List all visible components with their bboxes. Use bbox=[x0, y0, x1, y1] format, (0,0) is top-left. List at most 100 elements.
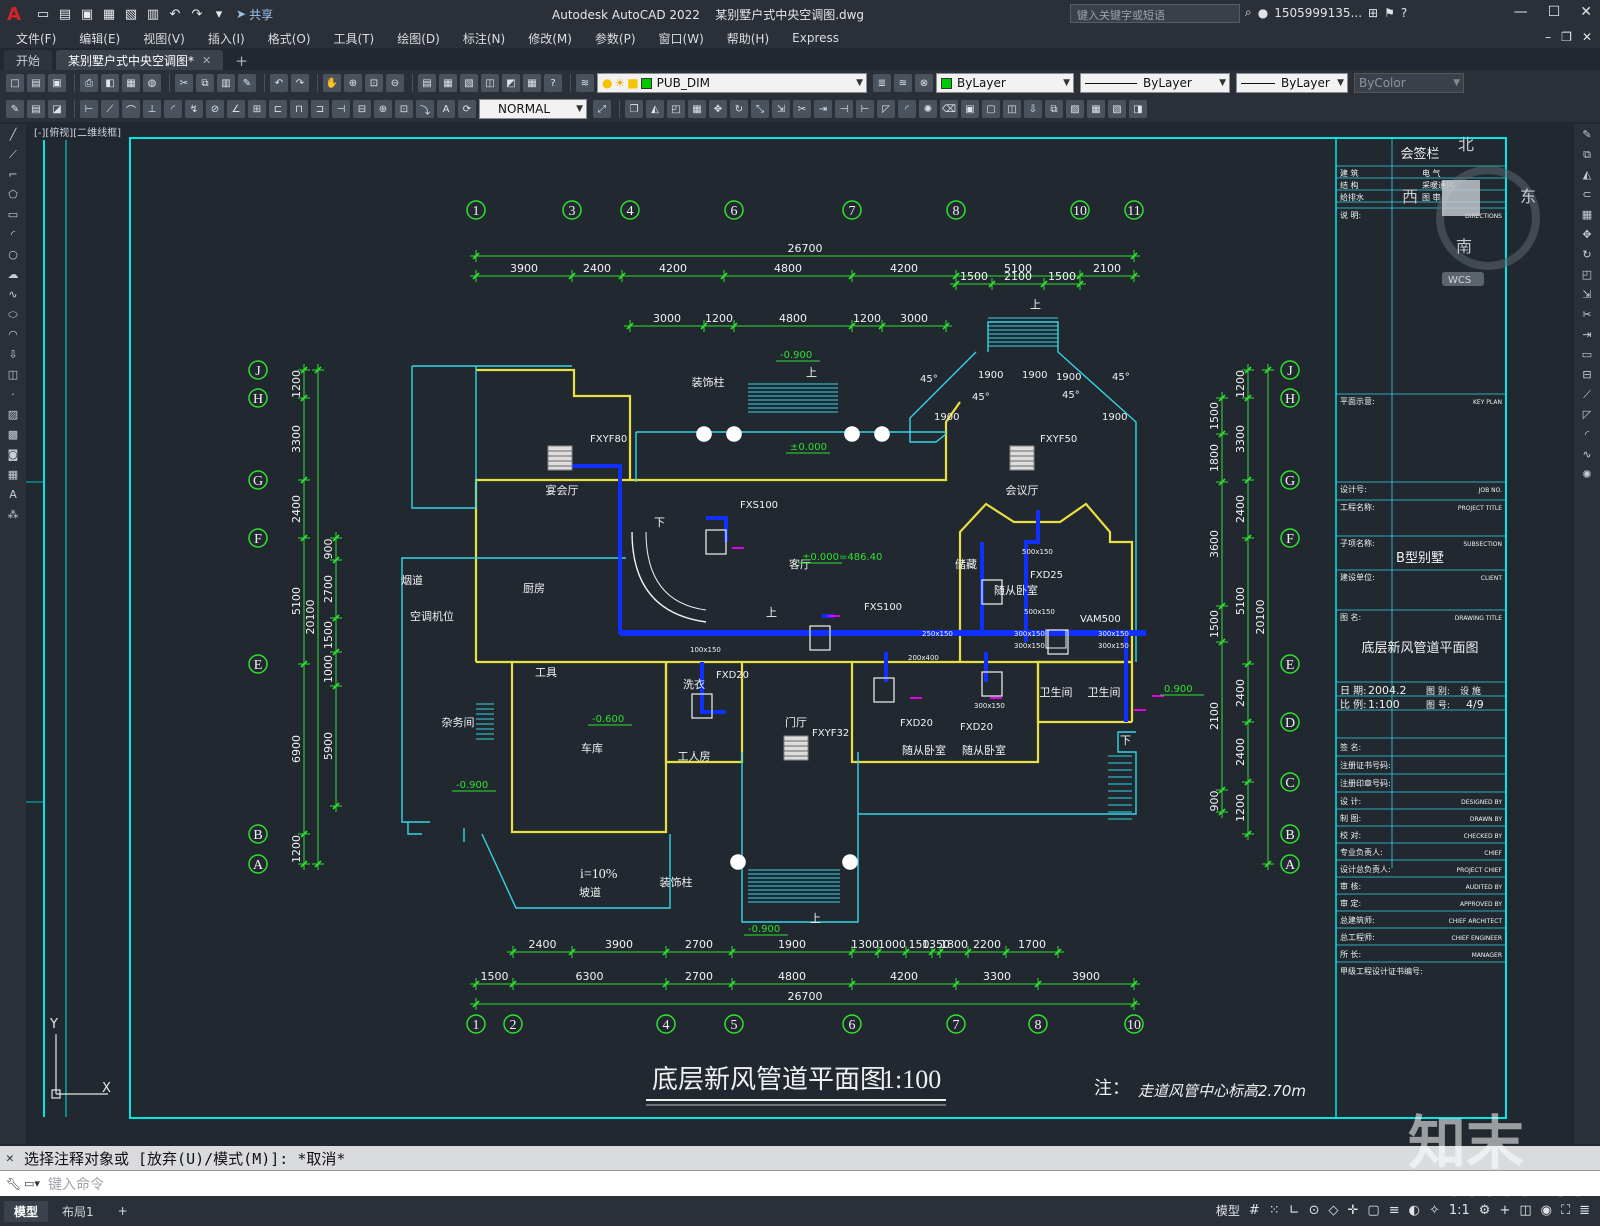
stretch-icon[interactable]: ⇲ bbox=[1579, 288, 1595, 304]
inspection-icon[interactable]: ⊡ bbox=[395, 100, 413, 118]
tab-start[interactable]: 开始 bbox=[4, 50, 53, 70]
fillet-icon[interactable]: ◜ bbox=[1579, 428, 1595, 444]
zoom-previous-icon[interactable]: ⊖ bbox=[386, 74, 404, 92]
trim-icon[interactable]: ✂ bbox=[1579, 308, 1595, 324]
move-icon[interactable]: ✥ bbox=[1579, 228, 1595, 244]
hardware-accel-icon[interactable]: ◫ bbox=[1519, 1203, 1531, 1218]
break-icon[interactable]: ⊣ bbox=[835, 100, 853, 118]
menu-draw[interactable]: 绘图(D) bbox=[397, 30, 440, 47]
diameter-dim-icon[interactable]: ⊘ bbox=[206, 100, 224, 118]
extend-icon[interactable]: ⇥ bbox=[814, 100, 832, 118]
close-command-icon[interactable]: ✕ bbox=[6, 1151, 24, 1166]
copy-icon[interactable]: ⧉ bbox=[1579, 148, 1595, 164]
annotation-visibility-icon[interactable]: ✧ bbox=[1429, 1203, 1440, 1218]
zoom-realtime-icon[interactable]: ⊕ bbox=[344, 74, 362, 92]
menu-help[interactable]: 帮助(H) bbox=[727, 30, 769, 47]
rectangle-icon[interactable]: ▭ bbox=[5, 208, 21, 224]
region-icon[interactable]: ◙ bbox=[5, 448, 21, 464]
tab-layout1[interactable]: 布局1 bbox=[52, 1201, 104, 1222]
fullscreen-icon[interactable]: ⛶ bbox=[1561, 1203, 1570, 1218]
layer-state-icon[interactable]: ⊗ bbox=[915, 74, 933, 92]
isolate-icon[interactable]: ◉ bbox=[1541, 1203, 1552, 1218]
linetype-dropdown[interactable]: ByLayer ▼ bbox=[1080, 73, 1230, 93]
radius-dim-icon[interactable]: ◜ bbox=[164, 100, 182, 118]
search-icon[interactable]: ⌕ bbox=[1245, 5, 1252, 20]
workspace-gear-icon[interactable]: ⚙ bbox=[1479, 1203, 1491, 1218]
menu-insert[interactable]: 插入(I) bbox=[208, 30, 245, 47]
qnew-icon[interactable]: □ bbox=[6, 74, 24, 92]
dim-update-icon[interactable]: ⟳ bbox=[458, 100, 476, 118]
color-dropdown[interactable]: ByLayer ▼ bbox=[936, 73, 1074, 93]
point-icon[interactable]: · bbox=[5, 388, 21, 404]
undo-icon[interactable]: ↶ bbox=[166, 5, 184, 23]
doc-close-button[interactable]: ✕ bbox=[1582, 30, 1592, 44]
customize-dropdown-icon[interactable]: ▾ bbox=[210, 5, 228, 23]
trim-icon[interactable]: ✂ bbox=[793, 100, 811, 118]
ellipse-arc-icon[interactable]: ◠ bbox=[5, 328, 21, 344]
user-icon[interactable]: ● bbox=[1258, 6, 1268, 20]
maximize-button[interactable]: ☐ bbox=[1548, 4, 1561, 20]
transparency-icon[interactable]: ◐ bbox=[1409, 1203, 1420, 1218]
menu-tools[interactable]: 工具(T) bbox=[334, 30, 375, 47]
menu-window[interactable]: 窗口(W) bbox=[659, 30, 704, 47]
make-current-layer-icon[interactable]: ≣ bbox=[873, 74, 891, 92]
undo-icon[interactable]: ↶ bbox=[270, 74, 288, 92]
menu-edit[interactable]: 编辑(E) bbox=[79, 30, 120, 47]
menu-dimension[interactable]: 标注(N) bbox=[463, 30, 505, 47]
chamfer-icon[interactable]: ◸ bbox=[877, 100, 895, 118]
circle-icon[interactable]: ○ bbox=[5, 248, 21, 264]
redo-icon[interactable]: ↷ bbox=[188, 5, 206, 23]
dim-style-icon[interactable]: ⤢ bbox=[593, 100, 611, 118]
command-prompt-icon[interactable]: ▭▾ bbox=[24, 1177, 48, 1190]
gradient-icon[interactable]: ▩ bbox=[5, 428, 21, 444]
autocad-logo-icon[interactable]: A bbox=[0, 0, 28, 28]
mirror-icon[interactable]: ◭ bbox=[646, 100, 664, 118]
close-button[interactable]: ✕ bbox=[1580, 4, 1592, 20]
3d-print-icon[interactable]: ◍ bbox=[143, 74, 161, 92]
line-icon[interactable]: ╱ bbox=[5, 128, 21, 144]
new-tab-button[interactable]: + bbox=[227, 52, 256, 70]
dim-edit-icon[interactable]: A bbox=[437, 100, 455, 118]
linear-dim-icon[interactable]: ⊢ bbox=[80, 100, 98, 118]
customize-icon[interactable]: ≣ bbox=[1579, 1203, 1590, 1218]
plot-icon[interactable]: ▥ bbox=[144, 5, 162, 23]
match-properties-icon[interactable]: ✎ bbox=[238, 74, 256, 92]
polyline-icon[interactable]: ⌐ bbox=[5, 168, 21, 184]
array-icon[interactable]: ▦ bbox=[1579, 208, 1595, 224]
hatch-icon[interactable]: ▨ bbox=[5, 408, 21, 424]
osnap-tracking-icon[interactable]: ✛ bbox=[1348, 1203, 1359, 1218]
polygon-icon[interactable]: ⬠ bbox=[5, 188, 21, 204]
arc-icon[interactable]: ◜ bbox=[5, 228, 21, 244]
tool-icon[interactable]: ◪ bbox=[48, 100, 66, 118]
search-input[interactable]: 键入关键字或短语 bbox=[1070, 4, 1240, 23]
open-folder-icon[interactable]: ▤ bbox=[56, 5, 74, 23]
join-icon[interactable]: ⊢ bbox=[856, 100, 874, 118]
layer-dropdown[interactable]: ● ☀ ■ PUB_DIM ▼ bbox=[597, 73, 867, 93]
command-line[interactable]: 🔧︎ ▭▾ bbox=[0, 1170, 1600, 1196]
insert-block-icon[interactable]: ⇩ bbox=[5, 348, 21, 364]
tolerance-icon[interactable]: ⊟ bbox=[353, 100, 371, 118]
copy-icon[interactable]: ❐ bbox=[625, 100, 643, 118]
layer-manager-icon[interactable]: ≋ bbox=[576, 74, 594, 92]
blend-icon[interactable]: ∿ bbox=[1579, 448, 1595, 464]
help-icon[interactable]: ? bbox=[544, 74, 562, 92]
break-icon[interactable]: ⊟ bbox=[1579, 368, 1595, 384]
menu-format[interactable]: 格式(O) bbox=[268, 30, 311, 47]
explode-icon[interactable]: ✺ bbox=[1579, 468, 1595, 484]
table-icon[interactable]: ▦ bbox=[5, 468, 21, 484]
tool-palettes-icon[interactable]: ▧ bbox=[460, 74, 478, 92]
calculator-icon[interactable]: ▦ bbox=[523, 74, 541, 92]
minimize-button[interactable]: — bbox=[1514, 4, 1528, 20]
save-as-icon[interactable]: ▦ bbox=[100, 5, 118, 23]
add-layout-button[interactable]: + bbox=[108, 1202, 138, 1220]
plot-icon[interactable]: ⎙ bbox=[80, 74, 98, 92]
doc-restore-button[interactable]: ❐ bbox=[1561, 30, 1572, 44]
make-block-icon[interactable]: ◫ bbox=[5, 368, 21, 384]
menu-express[interactable]: Express bbox=[792, 31, 839, 45]
offset-icon[interactable]: ⊂ bbox=[1579, 188, 1595, 204]
publish-icon[interactable]: ▦ bbox=[122, 74, 140, 92]
isodraft-icon[interactable]: ◇ bbox=[1329, 1203, 1339, 1218]
close-tab-icon[interactable]: ✕ bbox=[202, 54, 211, 67]
block-icon[interactable]: ◫ bbox=[1003, 100, 1021, 118]
tab-drawing[interactable]: 某别墅户式中央空调图* ✕ bbox=[56, 50, 224, 70]
